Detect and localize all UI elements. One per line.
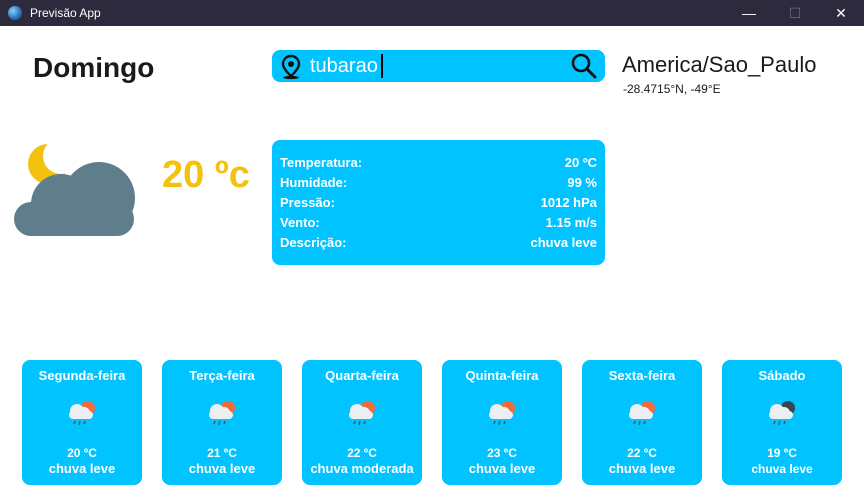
timezone-label: America/Sao_Paulo [622,52,817,77]
search-icon[interactable] [570,52,598,80]
forecast-day: Terça-feira [189,368,255,383]
weather-details-panel: Temperatura: 20 ºC Humidade: 99 % Pressã… [272,140,605,265]
forecast-description: chuva leve [188,461,256,476]
search-box [272,50,605,82]
forecast-card-wednesday: Quarta-feira 22 ºC chuva moderada [302,360,422,485]
coordinates-label: -28.4715°N, -49°E [623,82,721,96]
detail-label: Descrição: [280,235,347,250]
detail-label: Vento: [280,215,320,230]
forecast-temperature: 22 ºC [347,446,377,460]
close-button[interactable]: ✕ [818,0,864,26]
forecast-temperature: 23 ºC [487,446,517,460]
current-day: Domingo [33,52,155,83]
sun-rain-cloud-icon [349,401,375,426]
sun-rain-cloud-icon [629,401,655,426]
title-bar: Previsão App — ☐ ✕ [0,0,864,26]
sun-rain-cloud-icon [489,401,515,426]
maximize-button[interactable]: ☐ [772,0,818,26]
forecast-temperature: 21 ºC [207,446,237,460]
sun-rain-cloud-icon [69,401,95,426]
forecast-card-saturday: Sábado 19 ºC chuva leve [722,360,842,485]
forecast-day: Segunda-feira [38,368,126,383]
forecast-card-monday: Segunda-feira 20 ºC chuva leve [22,360,142,485]
forecast-day: Sábado [758,368,806,383]
current-temperature: 20 ºc [162,154,250,196]
detail-value: 99 % [567,175,597,190]
detail-label: Temperatura: [280,155,363,170]
detail-humidity: Humidade: 99 % [280,175,597,195]
text-caret [381,54,383,78]
forecast-day: Quinta-feira [465,368,539,383]
forecast-card-friday: Sexta-feira 22 ºC chuva leve [582,360,702,485]
detail-value: 1.15 m/s [545,215,597,230]
location-pin-icon [281,54,301,80]
search-input[interactable] [310,52,560,80]
detail-description: Descrição: chuva leve [280,235,597,255]
forecast-card-tuesday: Terça-feira 21 ºC chuva leve [162,360,282,485]
sun-rain-cloud-icon [209,401,235,426]
forecast-description: chuva leve [48,461,116,476]
detail-value: 1012 hPa [540,195,597,210]
detail-value: chuva leve [530,235,598,250]
minimize-button[interactable]: — [726,0,772,26]
forecast-card-thursday: Quinta-feira 23 ºC chuva leve [442,360,562,485]
moon-cloud-icon [14,140,135,236]
detail-wind: Vento: 1.15 m/s [280,215,597,235]
forecast-description: chuva leve [468,461,536,476]
window-title: Previsão App [30,6,101,20]
forecast-description: chuva moderada [310,461,414,476]
forecast-day: Sexta-feira [608,368,676,383]
detail-label: Pressão: [280,195,335,210]
detail-value: 20 ºC [564,155,597,170]
forecast-temperature: 22 ºC [627,446,657,460]
app-globe-icon [8,6,22,20]
forecast-description: chuva leve [608,461,676,476]
forecast-temperature: 19 ºC [767,446,797,460]
forecast-day: Quarta-feira [325,368,399,383]
detail-pressure: Pressão: 1012 hPa [280,195,597,215]
forecast-temperature: 20 ºC [67,446,97,460]
moon-rain-cloud-icon [769,401,795,426]
detail-temperature: Temperatura: 20 ºC [280,155,597,175]
forecast-description: chuva leve [751,462,813,476]
detail-label: Humidade: [280,175,348,190]
